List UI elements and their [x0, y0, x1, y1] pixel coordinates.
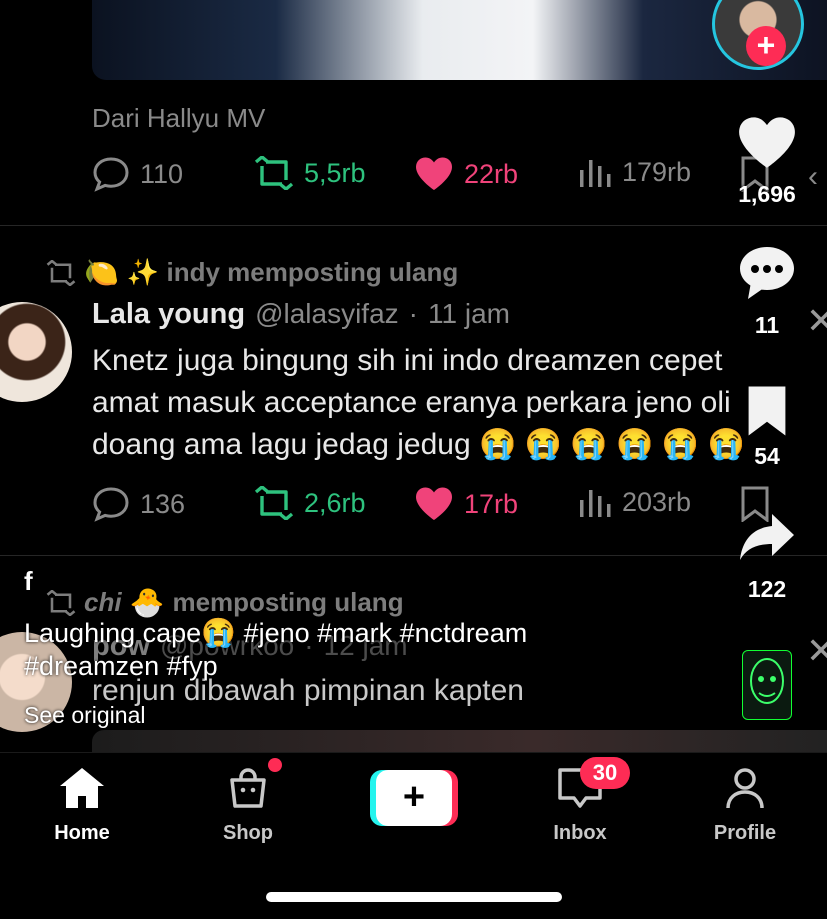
post-source-label: Dari Hallyu MV	[92, 103, 266, 133]
repost-icon	[46, 259, 76, 286]
plus-icon: +	[402, 776, 426, 818]
post-divider	[0, 555, 827, 556]
caption-hashtags[interactable]: #dreamzen #fyp	[24, 651, 218, 682]
shopping-bag-icon	[230, 768, 266, 808]
like-count-overlay: 1,696	[738, 181, 796, 207]
repost-suffix: memposting ulang	[172, 587, 404, 617]
nav-label: Shop	[223, 822, 273, 844]
nav-profile[interactable]: Profile	[685, 766, 805, 845]
post-text-line: Knetz juga bingung sih ini indo dreamzen…	[92, 344, 723, 377]
views-stat[interactable]: 179rb	[578, 156, 691, 188]
author-line: Lala young @lalasyifaz · 11 jam	[92, 298, 510, 331]
reply-icon	[93, 487, 129, 522]
close-icon[interactable]: ✕	[806, 630, 827, 672]
like-stat[interactable]: 22rb	[414, 156, 518, 192]
notification-dot	[268, 758, 282, 772]
inbox-badge: 30	[580, 757, 630, 789]
post-body: Knetz juga bingung sih ini indo dreamzen…	[92, 340, 812, 466]
home-icon	[60, 768, 104, 808]
post-divider	[0, 225, 827, 226]
share-arrow-icon[interactable]	[738, 510, 796, 564]
like-heart-icon[interactable]	[736, 114, 798, 172]
caption-line: Laughing cape😭 #jeno #mark #nctdream	[24, 616, 527, 649]
more-icon[interactable]: ‹	[808, 160, 827, 194]
repost-by-name: chi	[84, 587, 122, 617]
post-text-line: doang ama lagu jedag jedug 😭 😭 😭 😭 😭 😭	[92, 424, 812, 466]
caption-author[interactable]: f	[24, 566, 33, 597]
repost-icon	[254, 156, 294, 190]
author-avatar[interactable]	[0, 302, 72, 402]
embedded-media-partial[interactable]	[92, 730, 827, 752]
crying-emojis: 😭 😭 😭 😭 😭 😭	[479, 428, 745, 461]
post-time: 11 jam	[428, 298, 510, 329]
like-count: 17rb	[464, 488, 519, 519]
reply-count: 110	[140, 158, 184, 189]
bar-chart-icon	[580, 490, 611, 517]
author-handle[interactable]: @lalasyifaz	[255, 298, 399, 330]
repost-stat[interactable]: 5,5rb	[254, 156, 366, 190]
profile-person-icon	[726, 768, 764, 809]
repost-header: 🍋 ✨ indy memposting ulang	[46, 256, 458, 289]
heart-icon	[416, 157, 452, 190]
repost-header: chi 🐣 memposting ulang	[46, 586, 404, 619]
like-count: 22rb	[464, 158, 519, 189]
views-count: 203rb	[622, 486, 692, 517]
post-text-line: amat masuk acceptance eranya perkara jen…	[92, 386, 731, 419]
views-count: 179rb	[622, 156, 692, 187]
hatching-chick-emoji: 🐣	[129, 587, 165, 618]
sound-disc-icon[interactable]	[742, 650, 792, 720]
heart-icon	[416, 487, 452, 520]
author-name[interactable]: Lala young	[92, 298, 245, 331]
reply-icon	[93, 157, 129, 192]
dot-separator: ·	[408, 298, 418, 329]
follow-plus-button[interactable]: +	[746, 26, 786, 66]
caption-text: Laughing cape	[24, 618, 202, 648]
repost-icon	[46, 589, 76, 616]
save-count-overlay: 54	[754, 443, 780, 469]
comment-bubble-icon[interactable]	[737, 244, 797, 302]
reply-stat[interactable]: 136	[92, 486, 185, 522]
repost-icon	[254, 486, 294, 520]
post-text-span: doang ama lagu jedag jedug	[92, 428, 471, 461]
repost-stat[interactable]: 2,6rb	[254, 486, 366, 520]
repost-count: 5,5rb	[304, 157, 366, 188]
favorite-bookmark-icon[interactable]	[744, 382, 790, 440]
repost-count: 2,6rb	[304, 487, 366, 518]
comment-count-overlay: 11	[754, 312, 780, 338]
close-icon[interactable]: ✕	[806, 300, 827, 342]
mask-figure-icon	[750, 658, 784, 704]
nav-home[interactable]: Home	[22, 766, 142, 845]
bar-chart-icon	[580, 160, 611, 187]
see-original-link[interactable]: See original	[24, 702, 145, 729]
reply-stat[interactable]: 110	[92, 156, 183, 192]
crying-emoji: 😭	[201, 617, 237, 648]
create-button[interactable]: +	[370, 770, 458, 826]
views-stat[interactable]: 203rb	[578, 486, 691, 518]
like-stat[interactable]: 17rb	[414, 486, 518, 522]
nav-shop[interactable]: Shop	[188, 766, 308, 845]
caption-hashtags[interactable]: #jeno #mark #nctdream	[244, 618, 528, 648]
nav-label: Inbox	[553, 822, 607, 844]
nav-label: Profile	[713, 822, 777, 844]
repost-by-text: ✨ indy memposting ulang	[126, 257, 459, 287]
lemon-emoji: 🍋	[84, 257, 119, 288]
reply-count: 136	[140, 488, 186, 519]
home-indicator	[266, 892, 562, 902]
share-count-overlay: 122	[747, 576, 787, 602]
nav-label: Home	[54, 822, 110, 844]
